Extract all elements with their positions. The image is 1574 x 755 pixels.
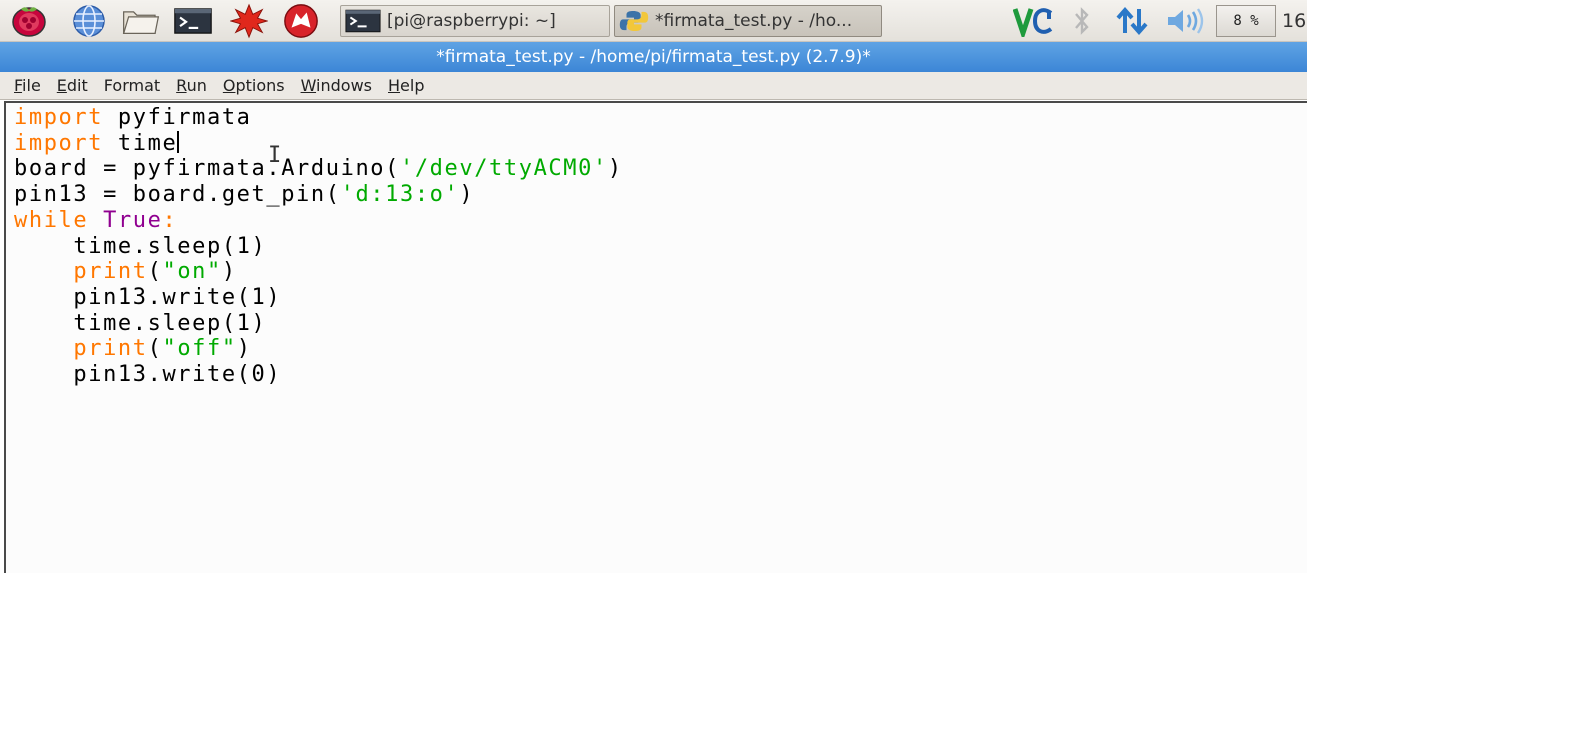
code-line[interactable]: import time bbox=[14, 130, 623, 157]
code-token: while bbox=[14, 207, 89, 233]
mathematica-icon[interactable] bbox=[230, 3, 268, 39]
code-token: print bbox=[73, 259, 148, 285]
code-line[interactable]: time.sleep(1) bbox=[14, 311, 623, 337]
wolfram-icon[interactable] bbox=[282, 3, 320, 39]
code-token: ) bbox=[459, 182, 475, 208]
menu-format[interactable]: Format bbox=[96, 76, 168, 95]
code-token: board = pyfirmata.Arduino( bbox=[14, 156, 400, 182]
clock[interactable]: 16 bbox=[1282, 10, 1306, 32]
web-browser-icon[interactable] bbox=[70, 3, 108, 39]
code-token: ) bbox=[236, 336, 252, 362]
code-line[interactable]: board = pyfirmata.Arduino('/dev/ttyACM0'… bbox=[14, 156, 623, 182]
code-token: pin13.write(1) bbox=[14, 284, 282, 310]
menu-windows[interactable]: Windows bbox=[293, 76, 380, 95]
code-token: "on" bbox=[162, 259, 222, 285]
terminal-icon bbox=[345, 9, 381, 33]
code-token: ( bbox=[147, 336, 163, 362]
window-title-bar[interactable]: *firmata_test.py - /home/pi/firmata_test… bbox=[0, 42, 1307, 72]
code-text[interactable]: import pyfirmata import time board = pyfir… bbox=[14, 105, 623, 388]
cpu-value: 8 bbox=[1233, 13, 1242, 29]
taskbar: [pi@raspberrypi: ~] *firmata_test.py - /… bbox=[0, 0, 1307, 42]
code-token: ( bbox=[147, 259, 163, 285]
menu-file[interactable]: File bbox=[6, 76, 49, 95]
code-line[interactable]: pin13.write(0) bbox=[14, 362, 623, 388]
code-line[interactable]: while True: bbox=[14, 208, 623, 234]
code-token: True bbox=[103, 207, 163, 233]
code-token: ) bbox=[607, 156, 623, 182]
raspberry-menu-icon[interactable] bbox=[10, 3, 48, 39]
cpu-monitor[interactable]: 8 % bbox=[1216, 5, 1276, 37]
code-token: time.sleep(1) bbox=[14, 310, 267, 336]
task-terminal[interactable]: [pi@raspberrypi: ~] bbox=[340, 5, 610, 37]
bluetooth-icon[interactable] bbox=[1068, 4, 1096, 38]
menu-edit[interactable]: Edit bbox=[49, 76, 96, 95]
code-token: ) bbox=[221, 259, 237, 285]
menu-options[interactable]: Options bbox=[215, 76, 293, 95]
task-idle-editor[interactable]: *firmata_test.py - /ho... bbox=[614, 5, 882, 37]
task-label: *firmata_test.py - /ho... bbox=[655, 11, 853, 31]
menu-bar: File Edit Format Run Options Windows Hel… bbox=[0, 72, 1307, 100]
task-label: [pi@raspberrypi: ~] bbox=[387, 11, 556, 31]
code-token: pin13 = board.get_pin( bbox=[14, 182, 341, 208]
python-icon bbox=[619, 11, 649, 32]
code-line[interactable]: print("on") bbox=[14, 259, 623, 285]
code-token: import bbox=[14, 130, 104, 156]
code-token: pyfirmata bbox=[103, 105, 252, 130]
code-token: : bbox=[162, 207, 178, 233]
menu-help[interactable]: Help bbox=[380, 76, 432, 95]
window-title: *firmata_test.py - /home/pi/firmata_test… bbox=[436, 47, 871, 67]
volume-icon[interactable] bbox=[1164, 4, 1206, 38]
code-token: '/dev/ttyACM0' bbox=[399, 156, 608, 182]
terminal-icon[interactable] bbox=[174, 3, 212, 39]
code-editor[interactable]: import pyfirmata import time board = pyfir… bbox=[4, 101, 1307, 573]
code-token: 'd:13:o' bbox=[340, 182, 460, 208]
code-token: print bbox=[73, 336, 148, 362]
code-token: "off" bbox=[162, 336, 237, 362]
code-line[interactable]: import pyfirmata bbox=[14, 105, 623, 131]
code-token: import bbox=[14, 105, 104, 130]
cpu-unit: % bbox=[1250, 13, 1259, 29]
vnc-icon[interactable] bbox=[1012, 4, 1058, 38]
code-token: pin13.write(0) bbox=[14, 362, 282, 388]
code-token: time bbox=[103, 130, 178, 156]
code-line[interactable]: time.sleep(1) bbox=[14, 234, 623, 260]
code-token: time.sleep(1) bbox=[14, 233, 267, 259]
file-manager-icon[interactable] bbox=[122, 3, 160, 39]
code-line[interactable]: print("off") bbox=[14, 336, 623, 362]
code-line[interactable]: pin13.write(1) bbox=[14, 285, 623, 311]
code-line[interactable]: pin13 = board.get_pin('d:13:o') bbox=[14, 182, 623, 208]
text-caret bbox=[177, 130, 180, 153]
mouse-ibeam-cursor: I bbox=[268, 143, 282, 168]
menu-run[interactable]: Run bbox=[168, 76, 215, 95]
network-icon[interactable] bbox=[1112, 4, 1152, 38]
